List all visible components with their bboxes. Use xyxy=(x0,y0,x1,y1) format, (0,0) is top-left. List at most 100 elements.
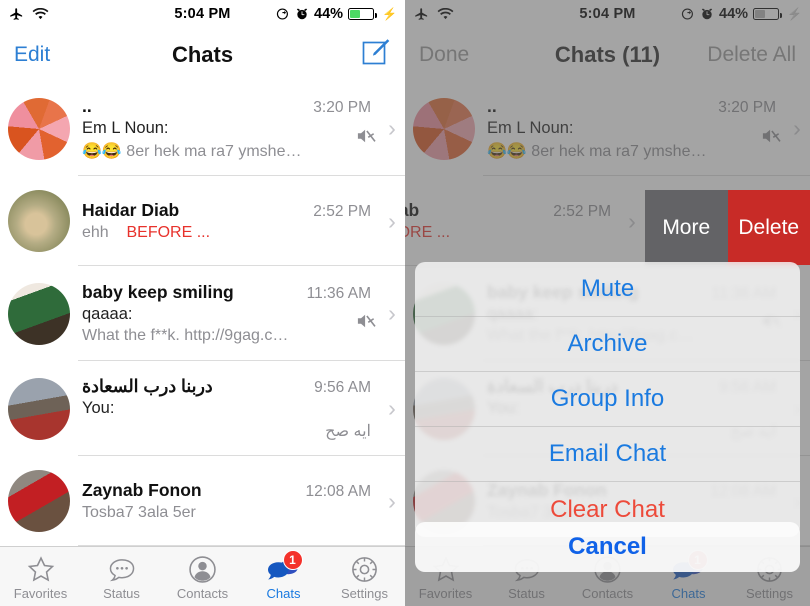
chat-row-content: Haidar Diab 2:52 PM ehh BEFORE ... xyxy=(70,200,379,242)
status-bar-left: 5:04 PM 44% ⚡ xyxy=(0,0,405,28)
rotation-lock-icon xyxy=(276,7,290,21)
disclosure-chevron-icon: › xyxy=(628,207,636,234)
tab-label: Contacts xyxy=(581,586,634,601)
tab-label: Settings xyxy=(341,586,388,601)
chat-title: دربنا درب السعادة xyxy=(82,376,213,396)
tab-label: Chats xyxy=(671,586,706,601)
chat-preview-highlight: BEFORE ... xyxy=(405,224,451,241)
chat-list-item[interactable]: .. 3:20 PM Em L Noun: 😂😂 8er hek ma ra7 yms… xyxy=(0,81,405,176)
battery-percent-label: 44% xyxy=(314,6,344,22)
avatar[interactable] xyxy=(413,97,475,160)
chat-row-header: Zaynab Fonon 12:08 AM xyxy=(82,480,371,501)
tab-chats[interactable]: 1 Chats xyxy=(243,550,324,601)
edit-button[interactable]: Edit xyxy=(14,43,50,67)
chat-list-item[interactable]: Zaynab Fonon 12:08 AM Tosba7 3ala 5er › xyxy=(0,456,405,546)
chat-list-item[interactable]: Haidar Diab 2:52 PM ehh BEFORE ... › xyxy=(405,176,645,266)
chat-title: baby keep smiling xyxy=(82,282,234,302)
chat-preview: 😂😂 8er hek ma ra7 ymshe… xyxy=(487,143,707,160)
chat-row-content: .. 3:20 PM Em L Noun: 😂😂 8er hek ma ra7 yms… xyxy=(475,96,784,161)
tab-bar[interactable]: Favorites Status Contacts 1 Chats Settings xyxy=(0,546,405,606)
action-sheet-item-email-chat[interactable]: Email Chat xyxy=(415,427,800,482)
chat-title: Haidar Diab xyxy=(405,200,420,220)
tab-label: Chats xyxy=(266,586,301,601)
action-sheet-item-archive[interactable]: Archive xyxy=(415,317,800,372)
avatar[interactable] xyxy=(8,470,70,532)
avatar[interactable] xyxy=(8,190,70,252)
tab-contacts[interactable]: Contacts xyxy=(162,552,243,601)
tab-label: Favorites xyxy=(13,586,68,601)
chat-list[interactable]: .. 3:20 PM Em L Noun: 😂😂 8er hek ma ra7 yms… xyxy=(0,81,405,546)
compose-new-chat-icon[interactable] xyxy=(361,37,391,73)
chat-timestamp: 9:56 AM xyxy=(314,379,371,396)
chat-last-sender: qaaaa: xyxy=(82,305,133,323)
chat-list-item[interactable]: baby keep smiling 11:36 AM qaaaa: What the … xyxy=(0,266,405,361)
chat-row-content: Zaynab Fonon 12:08 AM Tosba7 3ala 5er xyxy=(70,480,379,522)
alarm-clock-icon xyxy=(700,7,714,21)
status-bar-right: 5:04 PM 44% ⚡ xyxy=(405,0,810,28)
chat-timestamp: 2:52 PM xyxy=(313,203,371,220)
chat-timestamp: 2:52 PM xyxy=(553,203,611,220)
chat-preview: ehh BEFORE ... xyxy=(405,224,611,242)
chat-preview: What the f**k. http://9gag.c… xyxy=(82,327,289,344)
chat-list-item[interactable]: دربنا درب السعادة 9:56 AM You: ايه صح › xyxy=(0,361,405,456)
disclosure-chevron-icon: › xyxy=(388,395,396,421)
action-sheet-cancel-button[interactable]: Cancel xyxy=(415,522,800,572)
chat-row-header: Haidar Diab 2:52 PM xyxy=(405,200,611,221)
action-sheet[interactable]: Mute Archive Group Info Email Chat Clear Cha… xyxy=(415,262,800,537)
unread-badge: 1 xyxy=(282,550,303,570)
chat-preview: ايه صح xyxy=(325,423,371,440)
chat-title: Zaynab Fonon xyxy=(82,480,202,500)
chat-list-item[interactable]: Haidar Diab 2:52 PM ehh BEFORE ... › xyxy=(0,176,405,266)
chat-last-sender: You: xyxy=(82,399,115,417)
charging-bolt-icon: ⚡ xyxy=(787,7,802,21)
chat-title: Haidar Diab xyxy=(82,200,180,220)
battery-icon xyxy=(753,8,783,20)
chat-last-sender: Em L Noun: xyxy=(487,119,574,137)
chat-preview: ehh BEFORE ... xyxy=(82,224,371,242)
speech-bubble-dots-icon xyxy=(107,552,137,584)
chat-row-header: دربنا درب السعادة 9:56 AM xyxy=(82,376,371,397)
avatar[interactable] xyxy=(8,282,70,345)
avatar[interactable] xyxy=(8,97,70,160)
chat-timestamp: 3:20 PM xyxy=(718,99,776,116)
chat-list-item[interactable]: .. 3:20 PM Em L Noun: 😂😂 8er hek ma ra7 yms… xyxy=(405,81,810,176)
tab-settings[interactable]: Settings xyxy=(324,552,405,601)
rotation-lock-icon xyxy=(681,7,695,21)
chat-row-content: دربنا درب السعادة 9:56 AM You: ايه صح xyxy=(70,376,379,441)
two-chat-bubbles-icon: 1 xyxy=(267,550,303,584)
chat-row-header: .. 3:20 PM xyxy=(487,96,776,117)
done-button[interactable]: Done xyxy=(419,43,469,67)
disclosure-chevron-icon: › xyxy=(793,115,801,141)
delete-all-button[interactable]: Delete All xyxy=(707,43,796,67)
person-circle-icon xyxy=(188,552,217,584)
star-icon xyxy=(26,552,56,584)
action-sheet-item-group-info[interactable]: Group Info xyxy=(415,372,800,427)
chat-row-header: Haidar Diab 2:52 PM xyxy=(82,200,371,221)
navigation-bar-left: Edit Chats xyxy=(0,28,405,81)
status-bar-right-group: 44% ⚡ xyxy=(276,6,397,22)
tab-label: Status xyxy=(103,586,140,601)
avatar[interactable] xyxy=(8,377,70,440)
swipe-delete-button[interactable]: Delete xyxy=(727,190,810,265)
swipe-more-button[interactable]: More xyxy=(645,190,728,265)
mute-speaker-icon xyxy=(760,127,782,150)
tab-status[interactable]: Status xyxy=(81,552,162,601)
chat-title: .. xyxy=(487,96,497,116)
battery-fill xyxy=(755,10,765,18)
gear-icon xyxy=(350,552,379,584)
chat-preview: 😂😂 8er hek ma ra7 ymshe… xyxy=(82,143,302,160)
battery-icon xyxy=(348,8,378,20)
chat-row-content: .. 3:20 PM Em L Noun: 😂😂 8er hek ma ra7 yms… xyxy=(70,96,379,161)
action-sheet-item-mute[interactable]: Mute xyxy=(415,262,800,317)
chat-row-header: .. 3:20 PM xyxy=(82,96,371,117)
chat-title: .. xyxy=(82,96,92,116)
mute-speaker-icon xyxy=(355,127,377,150)
status-bar-right-group: 44% ⚡ xyxy=(681,6,802,22)
chat-row-header: baby keep smiling 11:36 AM xyxy=(82,282,371,303)
swipe-action-buttons[interactable]: More Delete xyxy=(645,190,810,265)
disclosure-chevron-icon: › xyxy=(388,300,396,326)
charging-bolt-icon: ⚡ xyxy=(382,7,397,21)
alarm-clock-icon xyxy=(295,7,309,21)
chat-last-sender: Em L Noun: xyxy=(82,119,169,137)
tab-favorites[interactable]: Favorites xyxy=(0,552,81,601)
